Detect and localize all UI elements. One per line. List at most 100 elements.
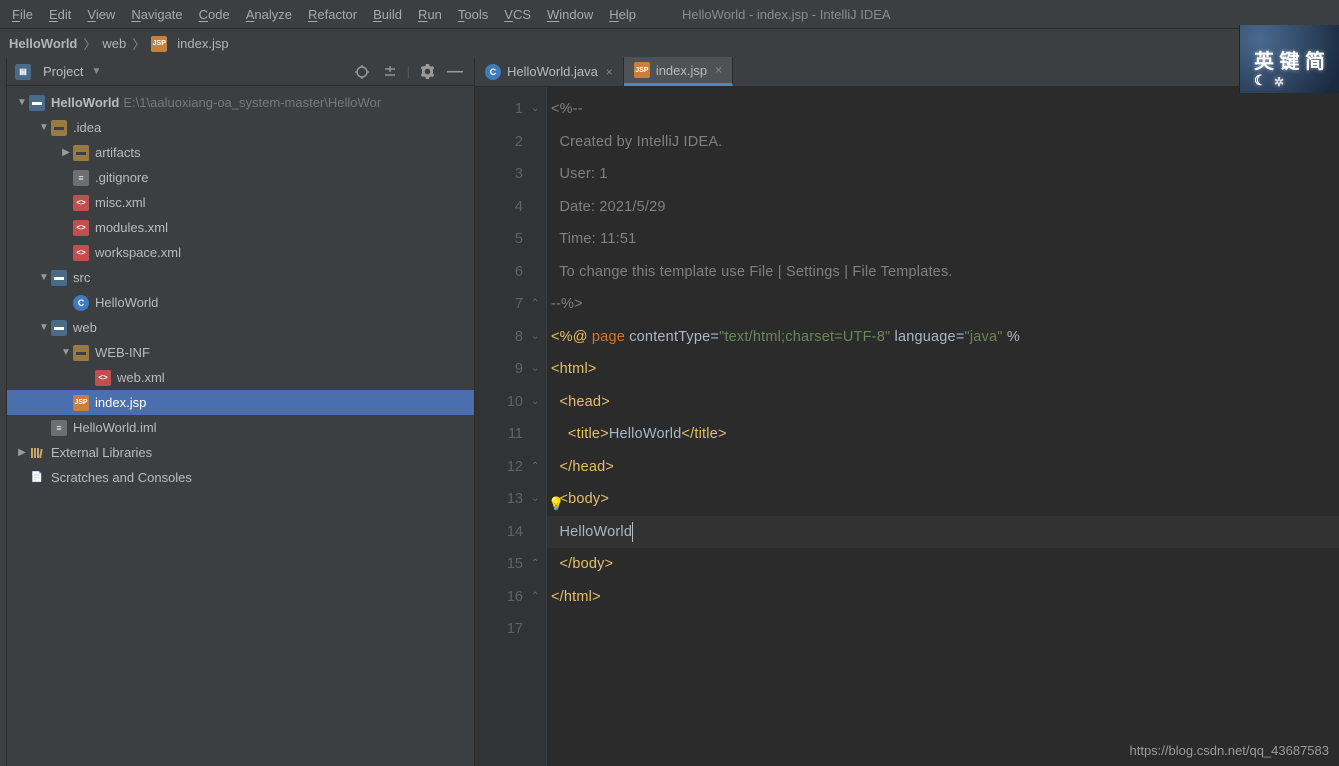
xml-icon: <>: [73, 220, 89, 236]
tree-item-scratches-and-consoles[interactable]: 📄Scratches and Consoles: [7, 465, 474, 490]
code-line[interactable]: --%>: [551, 288, 1339, 321]
line-number[interactable]: 2: [475, 126, 523, 159]
tree-item--idea[interactable]: ▼▬.idea: [7, 115, 474, 140]
tree-item--gitignore[interactable]: ≡.gitignore: [7, 165, 474, 190]
code-line[interactable]: </body>: [551, 548, 1339, 581]
code-line[interactable]: <html>: [551, 353, 1339, 386]
code-line[interactable]: 💡 <body>: [551, 483, 1339, 516]
code-line[interactable]: <head>: [551, 386, 1339, 419]
expand-toggle-icon[interactable]: ▼: [37, 272, 51, 283]
menu-tools[interactable]: Tools: [458, 7, 488, 22]
code-content[interactable]: <%-- Created by IntelliJ IDEA. User: 1 D…: [547, 87, 1339, 766]
fold-open-icon[interactable]: ⌄: [531, 396, 539, 407]
menu-navigate[interactable]: Navigate: [131, 7, 182, 22]
close-tab-icon[interactable]: ×: [606, 65, 613, 79]
menu-build[interactable]: Build: [373, 7, 402, 22]
fold-close-icon[interactable]: ⌃: [531, 558, 539, 569]
menu-help[interactable]: Help: [609, 7, 636, 22]
tree-item-web-inf[interactable]: ▼▬WEB-INF: [7, 340, 474, 365]
tree-item-index-jsp[interactable]: JSPindex.jsp: [7, 390, 474, 415]
line-number[interactable]: 7: [475, 288, 523, 321]
code-line[interactable]: <title>HelloWorld</title>: [551, 418, 1339, 451]
tree-item-helloworld-iml[interactable]: ≡HelloWorld.iml: [7, 415, 474, 440]
line-number[interactable]: 16: [475, 581, 523, 614]
fold-close-icon[interactable]: ⌃: [531, 461, 539, 472]
expand-toggle-icon[interactable]: ▼: [15, 97, 29, 108]
fold-close-icon[interactable]: ⌃: [531, 298, 539, 309]
line-number[interactable]: 11: [475, 418, 523, 451]
scratches-icon: 📄: [29, 470, 45, 486]
expand-toggle-icon[interactable]: ▼: [37, 122, 51, 133]
expand-toggle-icon[interactable]: ▶: [15, 447, 29, 458]
left-tool-strip[interactable]: [0, 58, 7, 766]
expand-toggle-icon[interactable]: ▼: [59, 347, 73, 358]
expand-toggle-icon[interactable]: ▼: [37, 322, 51, 333]
menu-analyze[interactable]: Analyze: [246, 7, 292, 22]
line-number[interactable]: 9: [475, 353, 523, 386]
line-number[interactable]: 17: [475, 613, 523, 646]
menu-refactor[interactable]: Refactor: [308, 7, 357, 22]
tree-item-workspace-xml[interactable]: <>workspace.xml: [7, 240, 474, 265]
breadcrumb-web[interactable]: web: [99, 36, 129, 51]
project-tree[interactable]: ▼▬HelloWorld E:\1\aaluoxiang-oa_system-m…: [7, 86, 474, 766]
code-editor[interactable]: 1234567891011121314151617 ⌄⌃⌄⌄⌄⌃⌄⌃⌃ <%--…: [475, 87, 1339, 766]
breadcrumb-index-jsp[interactable]: JSPindex.jsp: [148, 36, 231, 52]
menu-vcs[interactable]: VCS: [504, 7, 531, 22]
code-line[interactable]: </head>: [551, 451, 1339, 484]
code-line[interactable]: Time: 11:51: [551, 223, 1339, 256]
tree-item-helloworld[interactable]: CHelloWorld: [7, 290, 474, 315]
tree-item-web[interactable]: ▼▬web: [7, 315, 474, 340]
code-line[interactable]: Date: 2021/5/29: [551, 191, 1339, 224]
line-number[interactable]: 14: [475, 516, 523, 549]
fold-gutter[interactable]: ⌄ ⌃ ⌄ ⌄ ⌄ ⌃ ⌄ ⌃ ⌃: [533, 87, 547, 766]
line-number[interactable]: 15: [475, 548, 523, 581]
line-number[interactable]: 4: [475, 191, 523, 224]
editor-tab-helloworld-java[interactable]: CHelloWorld.java×: [475, 57, 624, 86]
line-number[interactable]: 12: [475, 451, 523, 484]
menu-view[interactable]: View: [87, 7, 115, 22]
tree-item-modules-xml[interactable]: <>modules.xml: [7, 215, 474, 240]
fold-open-icon[interactable]: ⌄: [531, 331, 539, 342]
hide-panel-icon[interactable]: —: [444, 61, 466, 83]
project-view-dropdown-icon[interactable]: ▼: [91, 66, 101, 77]
menu-file[interactable]: File: [12, 7, 33, 22]
code-line[interactable]: <%@ page contentType="text/html;charset=…: [551, 321, 1339, 354]
code-line[interactable]: User: 1: [551, 158, 1339, 191]
tree-item-helloworld[interactable]: ▼▬HelloWorld E:\1\aaluoxiang-oa_system-m…: [7, 90, 474, 115]
line-number[interactable]: 6: [475, 256, 523, 289]
tree-item-src[interactable]: ▼▬src: [7, 265, 474, 290]
fold-open-icon[interactable]: ⌄: [531, 493, 539, 504]
code-line[interactable]: To change this template use File | Setti…: [551, 256, 1339, 289]
code-line[interactable]: Created by IntelliJ IDEA.: [551, 126, 1339, 159]
code-line[interactable]: [551, 613, 1339, 646]
editor-tab-index-jsp[interactable]: JSPindex.jsp×: [624, 57, 733, 86]
tree-item-external-libraries[interactable]: ▶External Libraries: [7, 440, 474, 465]
menu-edit[interactable]: Edit: [49, 7, 71, 22]
line-number-gutter[interactable]: 1234567891011121314151617: [475, 87, 533, 766]
breadcrumb-helloworld[interactable]: HelloWorld: [6, 36, 80, 51]
code-line[interactable]: </html>: [551, 581, 1339, 614]
fold-open-icon[interactable]: ⌄: [531, 103, 539, 114]
line-number[interactable]: 3: [475, 158, 523, 191]
tree-item-misc-xml[interactable]: <>misc.xml: [7, 190, 474, 215]
code-line[interactable]: <%--: [551, 93, 1339, 126]
line-number[interactable]: 5: [475, 223, 523, 256]
fold-close-icon[interactable]: ⌃: [531, 591, 539, 602]
main-window: File Edit View Navigate Code Analyze Refactor B…: [0, 0, 1339, 766]
line-number[interactable]: 1: [475, 93, 523, 126]
tree-item-artifacts[interactable]: ▶▬artifacts: [7, 140, 474, 165]
menu-code[interactable]: Code: [199, 7, 230, 22]
tree-item-web-xml[interactable]: <>web.xml: [7, 365, 474, 390]
locate-icon[interactable]: [351, 61, 373, 83]
line-number[interactable]: 13: [475, 483, 523, 516]
expand-toggle-icon[interactable]: ▶: [59, 147, 73, 158]
settings-icon[interactable]: [416, 61, 438, 83]
code-line[interactable]: HelloWorld: [551, 516, 1339, 549]
line-number[interactable]: 10: [475, 386, 523, 419]
fold-open-icon[interactable]: ⌄: [531, 363, 539, 374]
line-number[interactable]: 8: [475, 321, 523, 354]
expand-all-icon[interactable]: [379, 61, 401, 83]
menu-window[interactable]: Window: [547, 7, 593, 22]
menu-run[interactable]: Run: [418, 7, 442, 22]
close-tab-icon[interactable]: ×: [715, 63, 722, 77]
